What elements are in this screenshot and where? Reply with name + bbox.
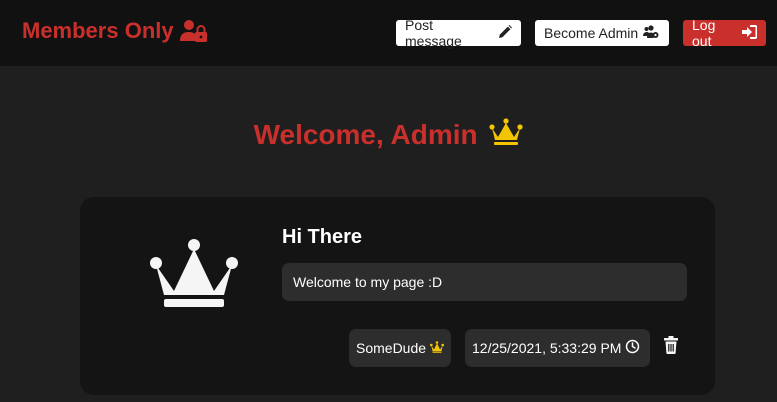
brand-logo[interactable]: Members Only [22,18,208,44]
welcome-heading: Welcome, Admin [0,118,777,153]
timestamp-text: 12/25/2021, 5:33:29 PM [472,340,622,356]
sign-in-icon [742,24,758,42]
logout-label: Log out [692,17,716,49]
message-author: SomeDude [349,329,451,367]
post-message-button[interactable]: Post message [396,17,521,49]
become-admin-label: Become Admin [544,25,639,41]
welcome-text: Welcome, Admin [253,119,478,150]
logout-button[interactable]: Log out [683,17,766,49]
clock-icon [625,339,640,357]
trash-icon[interactable] [664,336,678,359]
message-card: Hi There Welcome to my page :D SomeDude … [80,197,715,395]
message-body: Welcome to my page :D [282,263,687,301]
post-message-label: Post message [405,17,462,49]
app-title: Members Only [22,18,174,43]
become-admin-button[interactable]: Become Admin [535,20,669,46]
user-lock-icon [179,19,208,43]
pencil-icon [498,24,512,42]
message-timestamp: 12/25/2021, 5:33:29 PM [465,329,650,367]
crown-icon [489,118,524,153]
message-title: Hi There [282,226,363,248]
users-cog-icon [643,24,659,42]
crown-icon [148,235,240,316]
top-navbar: Members Only Post message Become Admin L… [0,0,777,66]
author-name: SomeDude [356,340,427,356]
crown-icon [430,340,445,356]
